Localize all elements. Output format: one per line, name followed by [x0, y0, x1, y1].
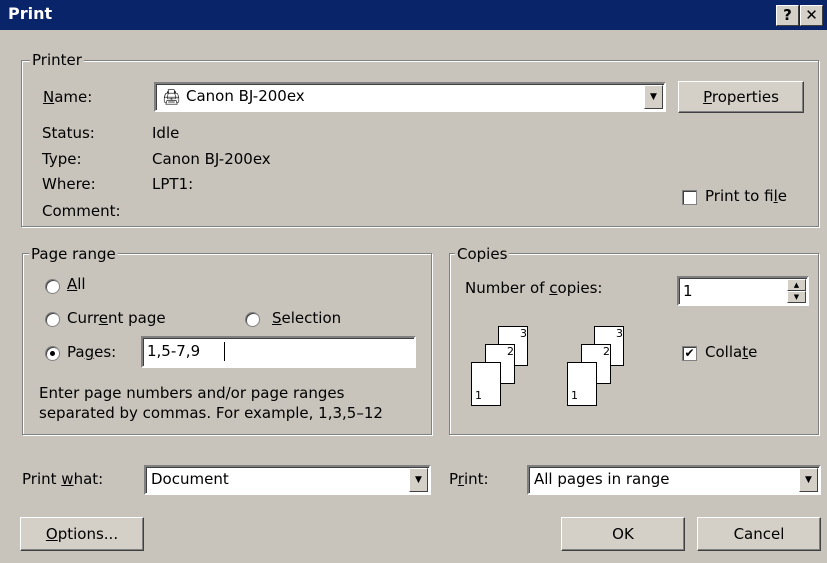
- all-radio-label[interactable]: All: [67, 275, 86, 293]
- print-label: Print:: [449, 470, 489, 488]
- pages-input[interactable]: 1,5-7,9: [141, 336, 416, 368]
- title-bar: [0, 0, 827, 30]
- spin-up-icon[interactable]: ▲: [787, 279, 806, 291]
- number-of-copies-label: Number of copies:: [465, 279, 603, 297]
- radio-selected-dot: [50, 351, 55, 356]
- print-to-file-checkbox[interactable]: [682, 190, 697, 205]
- print-what-dropdown[interactable]: Document ▼: [144, 465, 431, 495]
- collate-checkbox[interactable]: ✔: [682, 346, 697, 361]
- printer-name-value: Canon BJ-200ex: [186, 87, 305, 105]
- checkmark-icon: ✔: [684, 346, 695, 360]
- pages-input-value: 1,5-7,9: [147, 342, 201, 360]
- print-to-file-label[interactable]: Print to file: [705, 187, 787, 205]
- printer-name-label: Name:: [43, 88, 93, 106]
- dropdown-arrow-icon[interactable]: ▼: [799, 468, 818, 492]
- collate-label[interactable]: Collate: [705, 343, 757, 361]
- page-range-group-label: Page range: [29, 245, 118, 263]
- dropdown-arrow-icon[interactable]: ▼: [409, 468, 428, 492]
- dropdown-arrow-icon[interactable]: ▼: [644, 85, 663, 109]
- close-icon: ✕: [805, 6, 818, 24]
- pages-radio-label[interactable]: Pages:: [67, 343, 116, 361]
- page-icon: 1: [471, 362, 501, 406]
- selection-radio[interactable]: [245, 312, 260, 327]
- print-what-value: Document: [151, 470, 229, 488]
- options-button[interactable]: Options...: [20, 517, 144, 551]
- close-button[interactable]: ✕: [800, 5, 823, 26]
- page-range-help-line2: separated by commas. For example, 1,3,5–…: [39, 404, 383, 422]
- comment-label: Comment:: [42, 202, 121, 220]
- status-value: Idle: [152, 124, 180, 142]
- print-value: All pages in range: [534, 470, 670, 488]
- pages-radio[interactable]: [45, 346, 60, 361]
- copies-spinbox[interactable]: 1 ▲ ▼: [677, 276, 809, 306]
- help-button[interactable]: ?: [776, 5, 799, 26]
- where-value: LPT1:: [152, 175, 194, 193]
- properties-button[interactable]: Properties: [678, 81, 804, 113]
- copies-value: 1: [683, 282, 693, 300]
- type-value: Canon BJ-200ex: [152, 150, 271, 168]
- all-radio[interactable]: [45, 279, 60, 294]
- status-label: Status:: [42, 124, 95, 142]
- ok-button[interactable]: OK: [561, 517, 685, 551]
- spin-down-icon[interactable]: ▼: [787, 291, 806, 303]
- copies-group-label: Copies: [455, 245, 510, 263]
- printer-name-dropdown[interactable]: 🖨 Canon BJ-200ex ▼: [154, 82, 666, 112]
- page-range-help-line1: Enter page numbers and/or page ranges: [39, 384, 345, 402]
- cancel-button[interactable]: Cancel: [697, 517, 821, 551]
- print-dropdown[interactable]: All pages in range ▼: [527, 465, 821, 495]
- help-icon: ?: [783, 6, 792, 24]
- current-page-radio-label[interactable]: Current page: [67, 309, 166, 327]
- selection-radio-label[interactable]: Selection: [272, 309, 341, 327]
- text-cursor: [224, 342, 225, 361]
- where-label: Where:: [42, 175, 96, 193]
- window-title: Print: [8, 4, 53, 23]
- printer-icon: 🖨: [162, 88, 182, 106]
- print-what-label: Print what:: [22, 470, 104, 488]
- page-icon: 1: [567, 362, 597, 406]
- current-page-radio[interactable]: [45, 312, 60, 327]
- printer-group-label: Printer: [30, 51, 84, 69]
- type-label: Type:: [42, 150, 82, 168]
